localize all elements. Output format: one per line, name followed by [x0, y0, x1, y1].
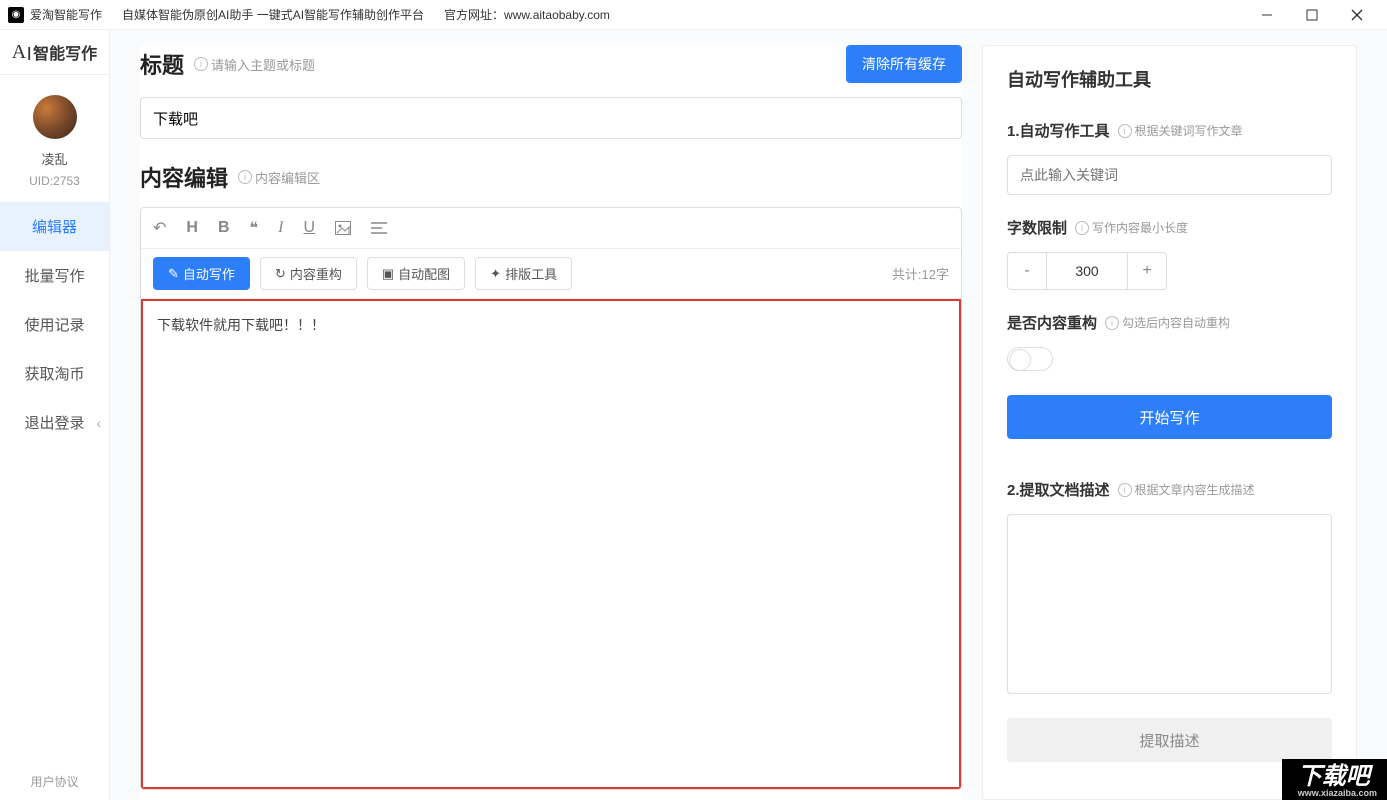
- close-icon: [1351, 9, 1363, 21]
- picture-icon: ▣: [382, 266, 394, 282]
- tool2-hint: i 根据文章内容生成描述: [1118, 481, 1255, 498]
- site-label: 官方网址：www.aitaobaby.com: [444, 6, 610, 23]
- action-toolbar: ✎ 自动写作 ↻ 内容重构 ▣ 自动配图 ✦ 排版工具 共: [141, 249, 961, 299]
- format-toolbar: ↶ H B ❝ I U: [141, 208, 961, 249]
- tool1-hint: i 根据关键词写作文章: [1118, 122, 1243, 139]
- restructure-toggle[interactable]: [1007, 347, 1053, 371]
- sidebar-item-batch[interactable]: 批量写作: [0, 251, 109, 300]
- tool2-title: 2.提取文档描述: [1007, 479, 1110, 500]
- close-button[interactable]: [1334, 1, 1379, 29]
- start-writing-button[interactable]: 开始写作: [1007, 395, 1332, 439]
- username: 凌乱: [41, 149, 67, 168]
- stepper-value[interactable]: 300: [1046, 253, 1128, 289]
- editor-box: ↶ H B ❝ I U ✎ 自动写作: [140, 207, 962, 790]
- info-icon: i: [194, 57, 208, 71]
- sidebar-item-label: 退出登录: [24, 415, 84, 432]
- sidebar-item-editor[interactable]: 编辑器: [0, 202, 109, 251]
- minimize-icon: [1261, 9, 1273, 21]
- info-icon: i: [238, 170, 252, 184]
- info-icon: i: [1105, 316, 1119, 330]
- uid: UID:2753: [29, 174, 80, 188]
- app-name: 爱淘智能写作: [30, 6, 102, 23]
- auto-image-button[interactable]: ▣ 自动配图: [367, 257, 465, 290]
- title-input[interactable]: [140, 97, 962, 139]
- sidebar-item-label: 编辑器: [32, 219, 77, 236]
- extract-description-button[interactable]: 提取描述: [1007, 718, 1332, 762]
- content-textarea[interactable]: [141, 299, 961, 789]
- limit-hint: i 写作内容最小长度: [1075, 219, 1188, 236]
- info-icon: i: [1118, 124, 1132, 138]
- undo-icon[interactable]: ↶: [153, 218, 166, 238]
- auto-write-button[interactable]: ✎ 自动写作: [153, 257, 250, 290]
- pencil-icon: ✎: [168, 266, 179, 282]
- right-panel: 自动写作辅助工具 1.自动写作工具 i 根据关键词写作文章 字数限制 i 写作内…: [982, 45, 1357, 800]
- bold-icon[interactable]: B: [218, 219, 230, 237]
- keyword-input[interactable]: [1007, 155, 1332, 195]
- sidebar-item-label: 获取淘币: [24, 366, 84, 383]
- logo: A| 智能写作: [0, 30, 109, 75]
- maximize-button[interactable]: [1289, 1, 1334, 29]
- panel-title: 自动写作辅助工具: [1007, 66, 1332, 92]
- clear-cache-button[interactable]: 清除所有缓存: [846, 45, 962, 83]
- sidebar-item-label: 批量写作: [24, 268, 84, 285]
- restructure-title: 是否内容重构: [1007, 312, 1097, 333]
- sidebar-item-label: 使用记录: [24, 317, 84, 334]
- chevron-left-icon: ‹: [96, 415, 101, 431]
- description-box[interactable]: [1007, 514, 1332, 694]
- editor-column: 标题 i 请输入主题或标题 清除所有缓存 内容编辑 i 内容编辑区: [140, 45, 962, 800]
- word-count: 共计:12字: [892, 264, 949, 283]
- underline-icon[interactable]: U: [303, 219, 315, 237]
- heading-icon[interactable]: H: [186, 219, 198, 237]
- refresh-icon: ↻: [275, 266, 286, 282]
- tool1-title: 1.自动写作工具: [1007, 120, 1110, 141]
- quote-icon[interactable]: ❝: [250, 218, 259, 238]
- content-section-heading: 内容编辑: [140, 161, 228, 193]
- app-icon: ◉: [8, 7, 24, 23]
- restructure-button[interactable]: ↻ 内容重构: [260, 257, 357, 290]
- maximize-icon: [1306, 9, 1318, 21]
- window-controls: [1244, 1, 1379, 29]
- align-icon[interactable]: [371, 221, 387, 235]
- stepper-increment[interactable]: +: [1128, 253, 1166, 289]
- sidebar-item-history[interactable]: 使用记录: [0, 300, 109, 349]
- info-icon: i: [1118, 483, 1132, 497]
- sidebar: A| 智能写作 凌乱 UID:2753 编辑器 批量写作 使用记录 获取淘币 退…: [0, 30, 110, 800]
- limit-title: 字数限制: [1007, 217, 1067, 238]
- stepper-decrement[interactable]: -: [1008, 253, 1046, 289]
- layout-tool-button[interactable]: ✦ 排版工具: [475, 257, 572, 290]
- italic-icon[interactable]: I: [278, 219, 283, 237]
- info-icon: i: [1075, 221, 1089, 235]
- word-limit-stepper: - 300 +: [1007, 252, 1167, 290]
- restructure-hint: i 勾选后内容自动重构: [1105, 314, 1230, 331]
- titlebar: ◉ 爱淘智能写作 自媒体智能伪原创AI助手 一键式AI智能写作辅助创作平台 官方…: [0, 0, 1387, 30]
- sidebar-item-logout[interactable]: 退出登录 ‹: [0, 398, 109, 447]
- sidebar-item-coins[interactable]: 获取淘币: [0, 349, 109, 398]
- minimize-button[interactable]: [1244, 1, 1289, 29]
- avatar[interactable]: [33, 95, 77, 139]
- title-hint: i 请输入主题或标题: [194, 55, 315, 74]
- image-icon[interactable]: [335, 221, 351, 235]
- content-hint: i 内容编辑区: [238, 168, 320, 187]
- wand-icon: ✦: [490, 266, 501, 282]
- watermark: 下载吧 www.xiazaiba.com: [1282, 759, 1387, 800]
- app-subtitle: 自媒体智能伪原创AI助手 一键式AI智能写作辅助创作平台: [122, 6, 424, 23]
- user-agreement-link[interactable]: 用户协议: [0, 773, 109, 790]
- title-section-heading: 标题: [140, 48, 184, 80]
